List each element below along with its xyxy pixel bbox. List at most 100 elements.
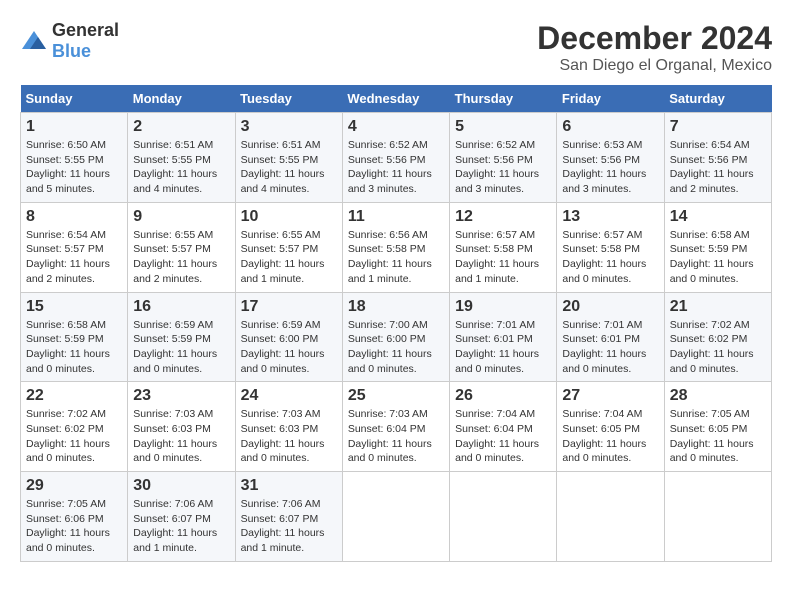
day-number: 22 <box>26 387 122 405</box>
calendar-week-2: 8 Sunrise: 6:54 AMSunset: 5:57 PMDaylight… <box>21 202 772 292</box>
day-number: 7 <box>670 118 766 136</box>
calendar-cell: 27Sunrise: 7:04 AMSunset: 6:05 PMDayligh… <box>557 382 664 472</box>
day-number: 2 <box>133 118 229 136</box>
calendar-week-5: 29 Sunrise: 7:05 AMSunset: 6:06 PMDayligh… <box>21 472 772 562</box>
calendar-cell: 1 Sunrise: 6:50 AMSunset: 5:55 PMDaylight… <box>21 113 128 203</box>
day-info: Sunrise: 7:06 AMSunset: 6:07 PMDaylight:… <box>133 497 229 556</box>
calendar-cell: 20 Sunrise: 7:01 AMSunset: 6:01 PMDayligh… <box>557 292 664 382</box>
day-info: Sunrise: 6:57 AMSunset: 5:58 PMDaylight:… <box>562 228 658 287</box>
calendar-cell: 13 Sunrise: 6:57 AMSunset: 5:58 PMDayligh… <box>557 202 664 292</box>
day-number: 31 <box>241 477 337 495</box>
calendar-cell: 19 Sunrise: 7:01 AMSunset: 6:01 PMDayligh… <box>450 292 557 382</box>
day-number: 29 <box>26 477 122 495</box>
logo-general: General <box>52 20 119 40</box>
day-info: Sunrise: 7:04 AMSunset: 6:04 PMDaylight:… <box>455 407 551 466</box>
calendar-cell: 30 Sunrise: 7:06 AMSunset: 6:07 PMDayligh… <box>128 472 235 562</box>
day-number: 3 <box>241 118 337 136</box>
day-number: 5 <box>455 118 551 136</box>
day-info: Sunrise: 6:54 AMSunset: 5:57 PMDaylight:… <box>26 228 122 287</box>
day-number: 25 <box>348 387 444 405</box>
logo-text: General Blue <box>52 20 119 62</box>
subtitle: San Diego el Organal, Mexico <box>537 57 772 75</box>
calendar-cell: 26 Sunrise: 7:04 AMSunset: 6:04 PMDayligh… <box>450 382 557 472</box>
column-header-monday: Monday <box>128 85 235 113</box>
day-info: Sunrise: 6:56 AMSunset: 5:58 PMDaylight:… <box>348 228 444 287</box>
day-number: 8 <box>26 208 122 226</box>
day-number: 24 <box>241 387 337 405</box>
day-number: 13 <box>562 208 658 226</box>
calendar-cell: 18 Sunrise: 7:00 AMSunset: 6:00 PMDayligh… <box>342 292 449 382</box>
day-number: 18 <box>348 298 444 316</box>
calendar-cell: 4 Sunrise: 6:52 AMSunset: 5:56 PMDaylight… <box>342 113 449 203</box>
calendar-week-3: 15Sunrise: 6:58 AMSunset: 5:59 PMDayligh… <box>21 292 772 382</box>
calendar-cell: 15Sunrise: 6:58 AMSunset: 5:59 PMDayligh… <box>21 292 128 382</box>
calendar-cell: 12 Sunrise: 6:57 AMSunset: 5:58 PMDayligh… <box>450 202 557 292</box>
logo: General Blue <box>20 20 119 62</box>
main-title: December 2024 <box>537 20 772 57</box>
day-number: 27 <box>562 387 658 405</box>
day-info: Sunrise: 7:05 AMSunset: 6:06 PMDaylight:… <box>26 497 122 556</box>
calendar-cell: 23 Sunrise: 7:03 AMSunset: 6:03 PMDayligh… <box>128 382 235 472</box>
day-info: Sunrise: 7:01 AMSunset: 6:01 PMDaylight:… <box>455 318 551 377</box>
day-info: Sunrise: 7:01 AMSunset: 6:01 PMDaylight:… <box>562 318 658 377</box>
day-number: 20 <box>562 298 658 316</box>
day-info: Sunrise: 6:52 AMSunset: 5:56 PMDaylight:… <box>348 138 444 197</box>
page-header: General Blue December 2024 San Diego el … <box>20 20 772 75</box>
calendar-cell <box>342 472 449 562</box>
day-number: 17 <box>241 298 337 316</box>
day-number: 12 <box>455 208 551 226</box>
day-info: Sunrise: 6:55 AMSunset: 5:57 PMDaylight:… <box>241 228 337 287</box>
calendar-cell: 22 Sunrise: 7:02 AMSunset: 6:02 PMDayligh… <box>21 382 128 472</box>
column-header-tuesday: Tuesday <box>235 85 342 113</box>
column-header-thursday: Thursday <box>450 85 557 113</box>
calendar-cell: 7Sunrise: 6:54 AMSunset: 5:56 PMDaylight… <box>664 113 771 203</box>
day-info: Sunrise: 6:57 AMSunset: 5:58 PMDaylight:… <box>455 228 551 287</box>
calendar-cell: 25Sunrise: 7:03 AMSunset: 6:04 PMDayligh… <box>342 382 449 472</box>
day-info: Sunrise: 7:02 AMSunset: 6:02 PMDaylight:… <box>670 318 766 377</box>
day-info: Sunrise: 7:00 AMSunset: 6:00 PMDaylight:… <box>348 318 444 377</box>
calendar-cell: 31Sunrise: 7:06 AMSunset: 6:07 PMDayligh… <box>235 472 342 562</box>
calendar-cell: 11Sunrise: 6:56 AMSunset: 5:58 PMDayligh… <box>342 202 449 292</box>
calendar-cell: 2 Sunrise: 6:51 AMSunset: 5:55 PMDaylight… <box>128 113 235 203</box>
day-number: 21 <box>670 298 766 316</box>
day-info: Sunrise: 6:55 AMSunset: 5:57 PMDaylight:… <box>133 228 229 287</box>
day-number: 30 <box>133 477 229 495</box>
day-info: Sunrise: 7:03 AMSunset: 6:03 PMDaylight:… <box>133 407 229 466</box>
day-info: Sunrise: 6:58 AMSunset: 5:59 PMDaylight:… <box>26 318 122 377</box>
calendar-week-1: 1 Sunrise: 6:50 AMSunset: 5:55 PMDaylight… <box>21 113 772 203</box>
day-info: Sunrise: 7:03 AMSunset: 6:03 PMDaylight:… <box>241 407 337 466</box>
calendar-cell: 9 Sunrise: 6:55 AMSunset: 5:57 PMDaylight… <box>128 202 235 292</box>
day-info: Sunrise: 7:05 AMSunset: 6:05 PMDaylight:… <box>670 407 766 466</box>
day-info: Sunrise: 7:02 AMSunset: 6:02 PMDaylight:… <box>26 407 122 466</box>
day-number: 26 <box>455 387 551 405</box>
day-number: 1 <box>26 118 122 136</box>
day-number: 28 <box>670 387 766 405</box>
calendar-cell: 10 Sunrise: 6:55 AMSunset: 5:57 PMDayligh… <box>235 202 342 292</box>
day-info: Sunrise: 6:53 AMSunset: 5:56 PMDaylight:… <box>562 138 658 197</box>
calendar-cell: 24 Sunrise: 7:03 AMSunset: 6:03 PMDayligh… <box>235 382 342 472</box>
calendar-cell <box>450 472 557 562</box>
calendar-cell: 6Sunrise: 6:53 AMSunset: 5:56 PMDaylight… <box>557 113 664 203</box>
day-number: 23 <box>133 387 229 405</box>
calendar-cell <box>664 472 771 562</box>
day-info: Sunrise: 6:50 AMSunset: 5:55 PMDaylight:… <box>26 138 122 197</box>
day-number: 14 <box>670 208 766 226</box>
calendar-cell: 14 Sunrise: 6:58 AMSunset: 5:59 PMDayligh… <box>664 202 771 292</box>
day-info: Sunrise: 6:59 AMSunset: 6:00 PMDaylight:… <box>241 318 337 377</box>
day-info: Sunrise: 6:51 AMSunset: 5:55 PMDaylight:… <box>133 138 229 197</box>
day-number: 9 <box>133 208 229 226</box>
day-number: 19 <box>455 298 551 316</box>
calendar-week-4: 22 Sunrise: 7:02 AMSunset: 6:02 PMDayligh… <box>21 382 772 472</box>
day-number: 10 <box>241 208 337 226</box>
calendar-cell: 16 Sunrise: 6:59 AMSunset: 5:59 PMDayligh… <box>128 292 235 382</box>
calendar-table: SundayMondayTuesdayWednesdayThursdayFrid… <box>20 85 772 562</box>
day-number: 4 <box>348 118 444 136</box>
day-info: Sunrise: 6:58 AMSunset: 5:59 PMDaylight:… <box>670 228 766 287</box>
calendar-cell: 3Sunrise: 6:51 AMSunset: 5:55 PMDaylight… <box>235 113 342 203</box>
day-number: 16 <box>133 298 229 316</box>
calendar-cell: 28 Sunrise: 7:05 AMSunset: 6:05 PMDayligh… <box>664 382 771 472</box>
calendar-cell: 29 Sunrise: 7:05 AMSunset: 6:06 PMDayligh… <box>21 472 128 562</box>
calendar-header-row: SundayMondayTuesdayWednesdayThursdayFrid… <box>21 85 772 113</box>
column-header-saturday: Saturday <box>664 85 771 113</box>
day-info: Sunrise: 6:59 AMSunset: 5:59 PMDaylight:… <box>133 318 229 377</box>
